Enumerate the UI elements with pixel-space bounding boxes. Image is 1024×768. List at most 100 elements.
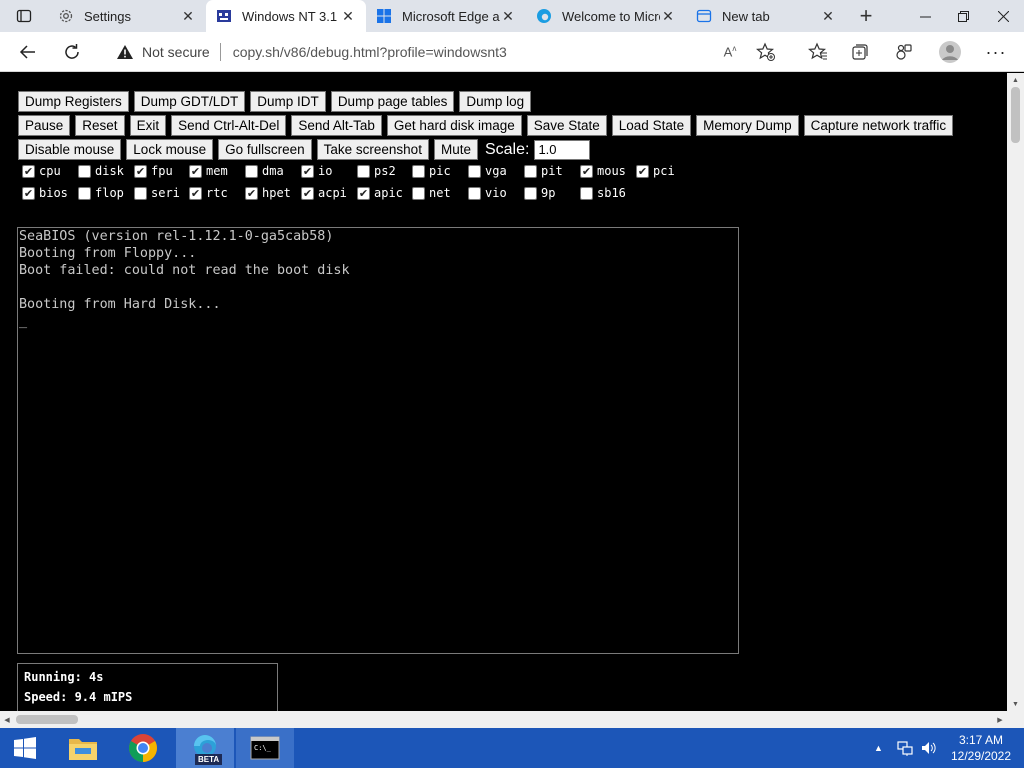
horizontal-scrollbar[interactable]: ◀ ▶ (0, 711, 1007, 728)
tab-actions-button[interactable] (0, 0, 48, 32)
log-flag-mous[interactable]: ✔ mous (580, 164, 626, 178)
save-state-button[interactable]: Save State (526, 115, 607, 136)
refresh-button[interactable] (52, 32, 92, 72)
scroll-left-arrow-icon[interactable]: ◀ (0, 711, 14, 728)
exit-button[interactable]: Exit (129, 115, 167, 136)
checkbox[interactable]: ✔ (189, 186, 202, 200)
close-icon[interactable]: ✕ (180, 8, 196, 24)
log-flag-acpi[interactable]: ✔ acpi (301, 186, 347, 200)
add-favorite-button[interactable] (744, 32, 788, 72)
tab-settings[interactable]: Settings ✕ (48, 0, 206, 32)
mute-button[interactable]: Mute (433, 139, 478, 160)
checkbox[interactable]: ✔ (301, 186, 314, 200)
log-flag-pic[interactable]: pic (412, 164, 451, 178)
settings-menu-button[interactable]: ··· (974, 32, 1018, 72)
checkbox[interactable] (78, 186, 91, 200)
tab-windows-nt[interactable]: Windows NT 3.1 - ✕ (206, 0, 366, 32)
profile-button[interactable] (928, 32, 972, 72)
checkbox[interactable]: ✔ (22, 164, 35, 178)
log-flag-fpu[interactable]: ✔ fpu (134, 164, 173, 178)
checkbox[interactable] (524, 164, 537, 178)
checkbox[interactable] (134, 186, 147, 200)
checkbox[interactable] (468, 186, 481, 200)
command-prompt-button[interactable]: C:\_ (236, 728, 294, 768)
scroll-right-arrow-icon[interactable]: ▶ (993, 711, 1007, 728)
emulator-screen[interactable]: SeaBIOS (version rel-1.12.1-0-ga5cab58) … (17, 227, 739, 654)
scrollbar-thumb[interactable] (16, 715, 78, 724)
close-icon[interactable]: ✕ (660, 8, 676, 24)
tab-new-tab[interactable]: New tab ✕ (686, 0, 846, 32)
checkbox[interactable] (412, 186, 425, 200)
log-flag-pit[interactable]: pit (524, 164, 563, 178)
minimize-button[interactable] (906, 0, 944, 32)
close-window-button[interactable] (984, 0, 1022, 32)
lock-mouse-button[interactable]: Lock mouse (126, 139, 214, 160)
dump-gdt-ldt-button[interactable]: Dump GDT/LDT (133, 91, 246, 112)
system-clock[interactable]: 3:17 AM 12/29/2022 (944, 732, 1018, 764)
log-flag-net[interactable]: net (412, 186, 451, 200)
reset-button[interactable]: Reset (75, 115, 125, 136)
file-explorer-button[interactable] (54, 728, 112, 768)
checkbox[interactable]: ✔ (580, 164, 593, 178)
scale-input[interactable]: 1.0 (534, 139, 591, 160)
log-flag-bios[interactable]: ✔ bios (22, 186, 68, 200)
dump-log-button[interactable]: Dump log (459, 91, 532, 112)
checkbox[interactable] (412, 164, 425, 178)
tab-welcome[interactable]: Welcome to Micro ✕ (526, 0, 686, 32)
back-button[interactable] (8, 32, 48, 72)
dump-idt-button[interactable]: Dump IDT (250, 91, 326, 112)
log-flag-vio[interactable]: vio (468, 186, 507, 200)
restore-button[interactable] (944, 0, 982, 32)
favorites-button[interactable] (796, 32, 840, 72)
extensions-button[interactable] (882, 32, 926, 72)
memory-dump-button[interactable]: Memory Dump (696, 115, 799, 136)
send-alt-tab-button[interactable]: Send Alt-Tab (291, 115, 382, 136)
volume-button[interactable] (920, 728, 938, 768)
scroll-up-arrow-icon[interactable]: ▲ (1007, 73, 1024, 87)
checkbox[interactable]: ✔ (245, 186, 258, 200)
show-hidden-icons-button[interactable]: ▲ (874, 728, 883, 768)
close-icon[interactable]: ✕ (500, 8, 516, 24)
checkbox[interactable] (468, 164, 481, 178)
warning-icon[interactable] (114, 44, 136, 60)
checkbox[interactable]: ✔ (636, 164, 649, 178)
close-icon[interactable]: ✕ (340, 8, 356, 24)
address-bar[interactable]: Not secure copy.sh/v86/debug.html?profil… (104, 36, 792, 68)
log-flag-pci[interactable]: ✔ pci (636, 164, 675, 178)
vertical-scrollbar[interactable]: ▲ ▼ (1007, 73, 1024, 711)
log-flag-apic[interactable]: ✔ apic (357, 186, 403, 200)
log-flag-disk[interactable]: disk (78, 164, 124, 178)
disable-mouse-button[interactable]: Disable mouse (18, 139, 122, 160)
edge-beta-button[interactable]: BETA (176, 728, 234, 768)
log-flag-seri[interactable]: seri (134, 186, 180, 200)
tab-microsoft-edge[interactable]: Microsoft Edge ar ✕ (366, 0, 526, 32)
collections-button[interactable] (838, 32, 882, 72)
log-flag-dma[interactable]: dma (245, 164, 284, 178)
checkbox[interactable]: ✔ (301, 164, 314, 178)
log-flag-vga[interactable]: vga (468, 164, 507, 178)
checkbox[interactable] (524, 186, 537, 200)
checkbox[interactable]: ✔ (189, 164, 202, 178)
start-button[interactable] (0, 728, 50, 768)
checkbox[interactable] (245, 164, 258, 178)
capture-network-traffic-button[interactable]: Capture network traffic (803, 115, 954, 136)
checkbox[interactable] (78, 164, 91, 178)
checkbox[interactable] (357, 164, 370, 178)
checkbox[interactable]: ✔ (134, 164, 147, 178)
log-flag-rtc[interactable]: ✔ rtc (189, 186, 228, 200)
chrome-button[interactable] (114, 728, 172, 768)
get-hard-disk-image-button[interactable]: Get hard disk image (386, 115, 522, 136)
dump-page-tables-button[interactable]: Dump page tables (330, 91, 455, 112)
dump-registers-button[interactable]: Dump Registers (18, 91, 129, 112)
scrollbar-thumb[interactable] (1011, 87, 1020, 143)
close-icon[interactable]: ✕ (820, 8, 836, 24)
security-status[interactable]: Not secure (142, 44, 210, 60)
checkbox[interactable] (580, 186, 593, 200)
go-fullscreen-button[interactable]: Go fullscreen (218, 139, 312, 160)
pause-button[interactable]: Pause (18, 115, 71, 136)
log-flag-hpet[interactable]: ✔ hpet (245, 186, 291, 200)
log-flag-ps2[interactable]: ps2 (357, 164, 396, 178)
log-flag-cpu[interactable]: ✔ cpu (22, 164, 61, 178)
log-flag-9p[interactable]: 9p (524, 186, 555, 200)
load-state-button[interactable]: Load State (611, 115, 692, 136)
